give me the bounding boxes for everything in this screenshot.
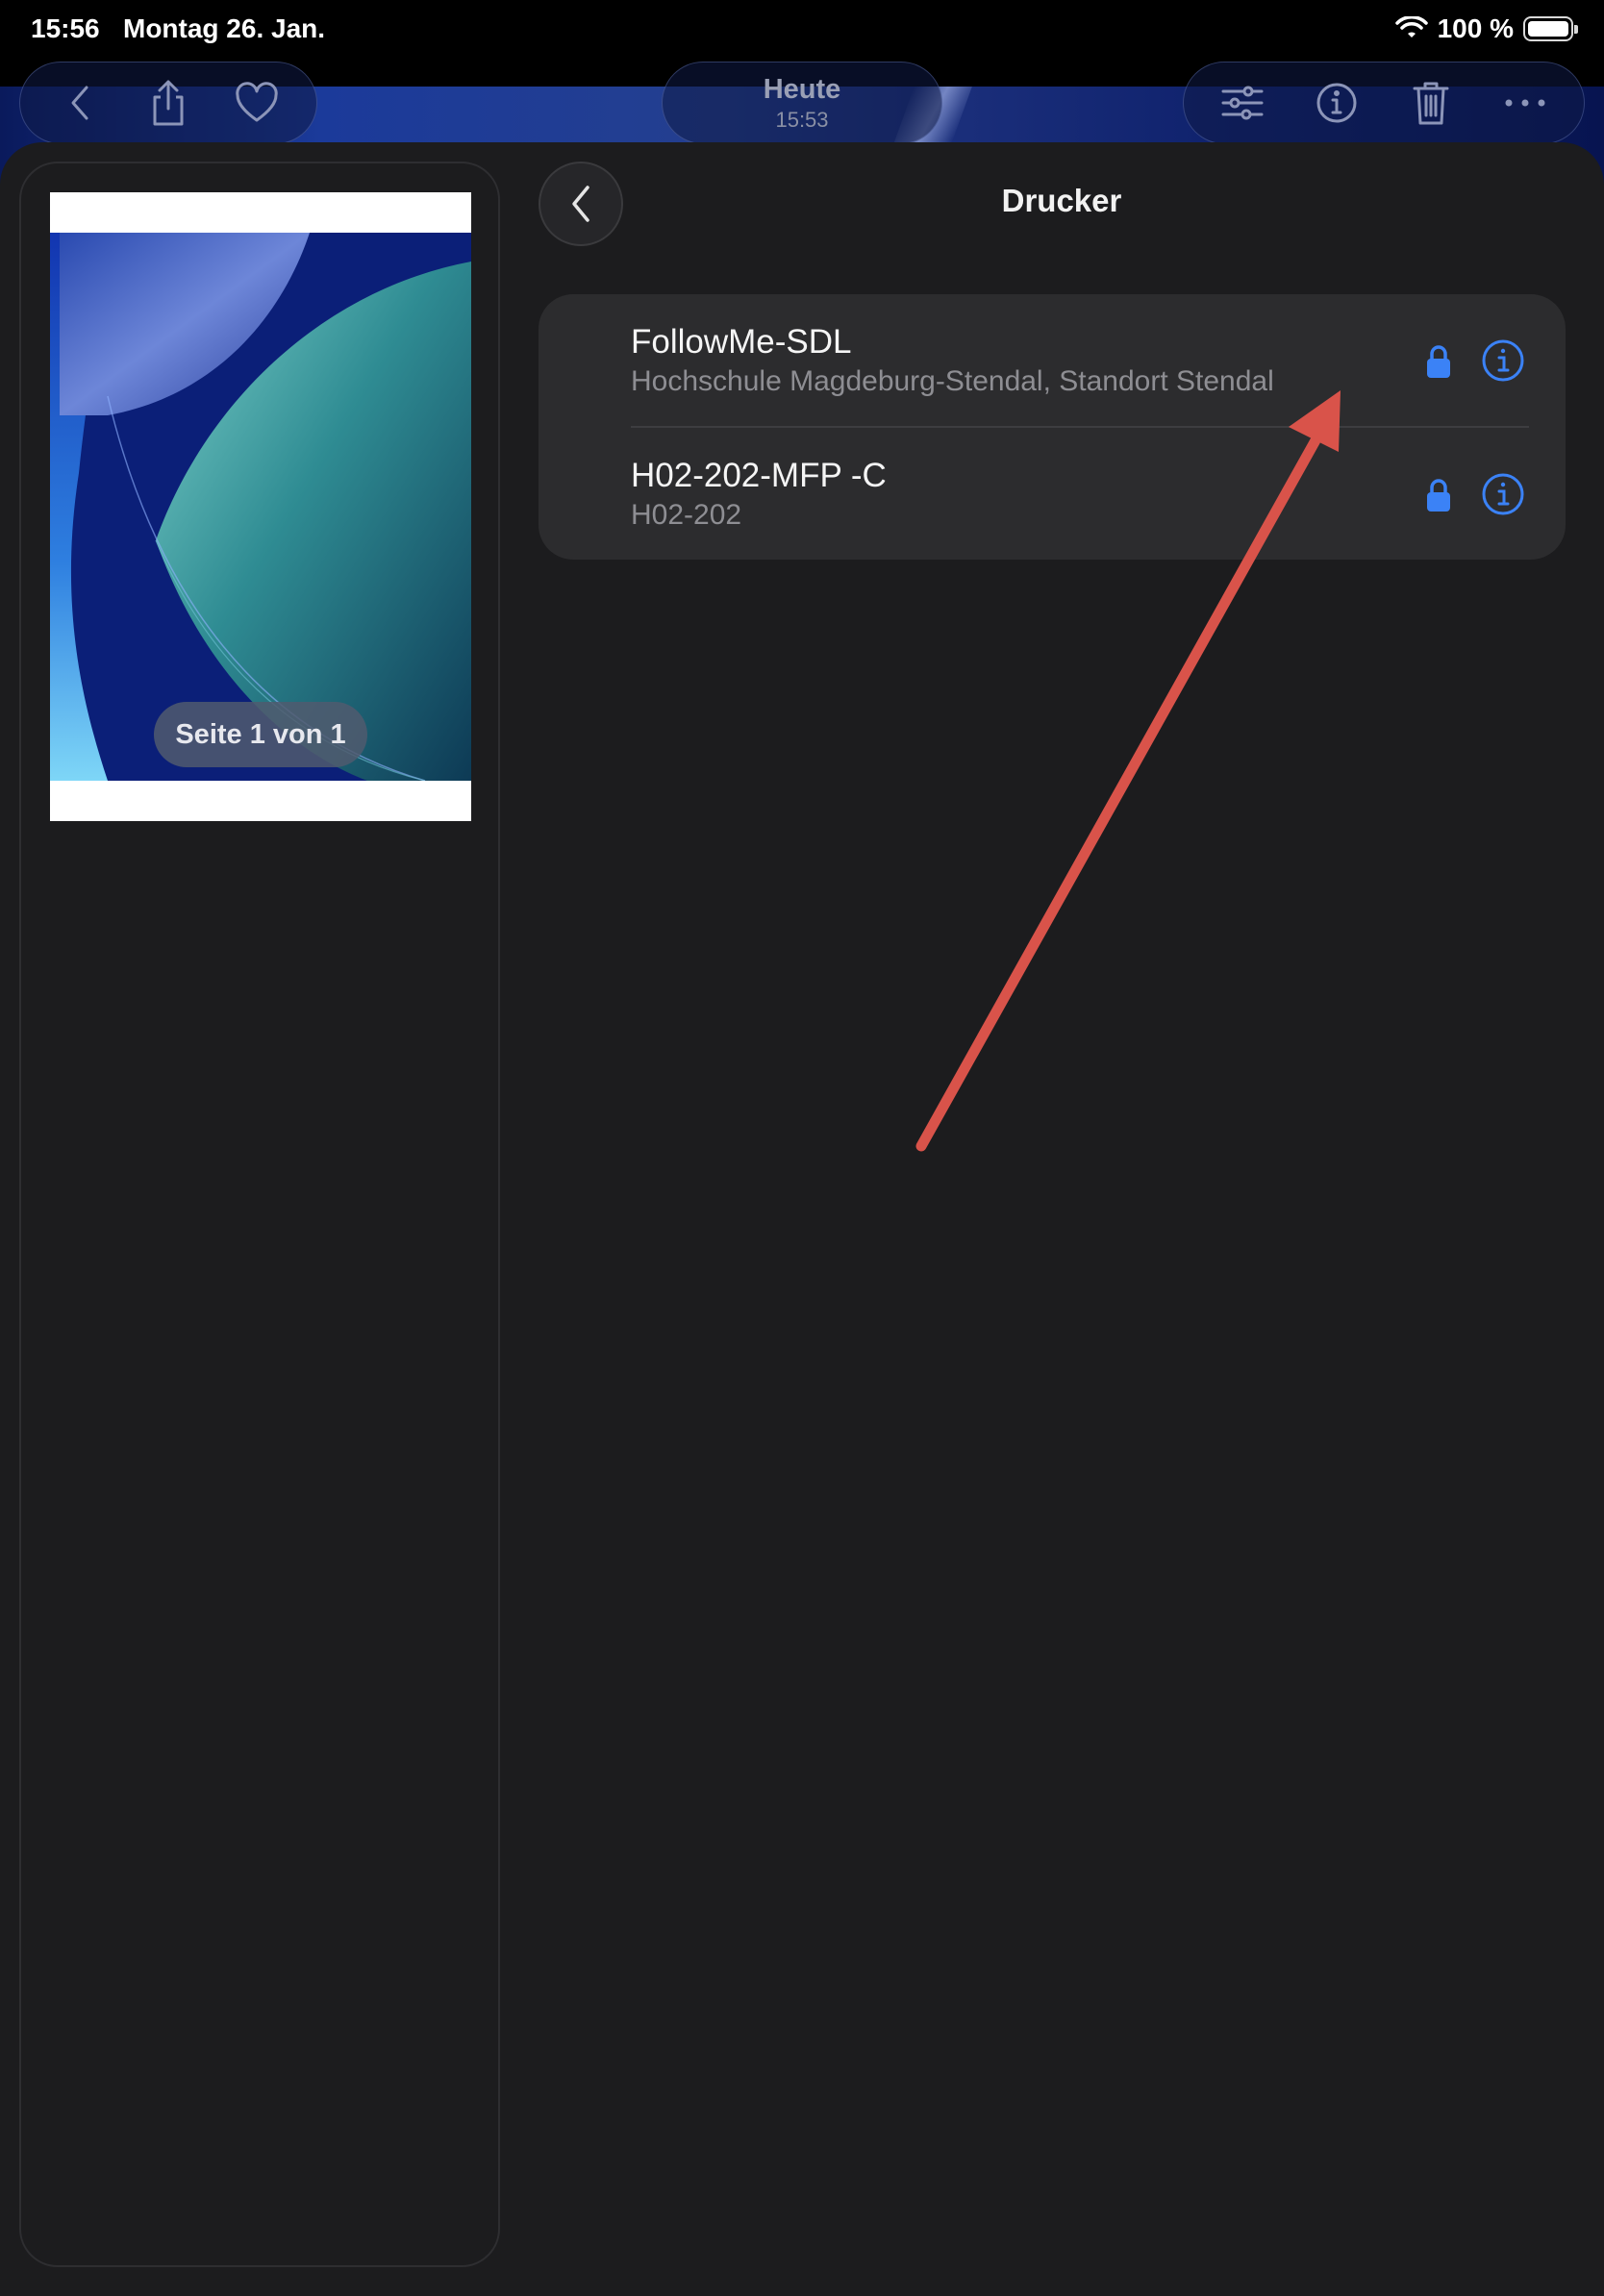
printer-row[interactable]: H02-202-MFP -C H02-202 (539, 428, 1566, 560)
chevron-left-icon (572, 186, 589, 222)
printer-name: H02-202-MFP -C (631, 457, 887, 494)
screen: 15:56 Montag 26. Jan. 100 % Heute 15:53 … (0, 0, 1604, 2296)
print-options-sheet: Seite 1 von 1 Drucker FollowMe-SDL Hochs… (0, 142, 1604, 2296)
back-button[interactable] (539, 162, 623, 246)
toolbar-right-group (1183, 62, 1585, 144)
adjust-icon[interactable] (1212, 72, 1273, 134)
battery-percentage: 100 % (1437, 13, 1514, 43)
share-icon[interactable] (138, 72, 199, 134)
status-time: 15:56 (31, 13, 100, 43)
toolbar-subtitle: 15:53 (775, 107, 829, 132)
info-icon[interactable] (1306, 72, 1367, 134)
battery-icon (1523, 16, 1578, 41)
printer-list: FollowMe-SDL Hochschule Magdeburg-Stenda… (539, 294, 1566, 560)
page-indicator-badge: Seite 1 von 1 (154, 702, 367, 767)
printer-location: Hochschule Magdeburg-Stendal, Standort S… (631, 365, 1274, 397)
lock-icon (1427, 345, 1450, 378)
wifi-icon (1394, 16, 1428, 37)
back-icon[interactable] (49, 72, 111, 134)
page-image (50, 233, 471, 781)
pane-title: Drucker (1001, 183, 1122, 218)
printer-row[interactable]: FollowMe-SDL Hochschule Magdeburg-Stenda… (539, 294, 1566, 428)
print-preview-panel: Seite 1 von 1 (19, 162, 500, 2267)
more-icon[interactable] (1494, 72, 1556, 134)
printer-info-icon[interactable] (1481, 338, 1525, 383)
heart-icon[interactable] (226, 72, 288, 134)
printer-location: H02-202 (631, 499, 742, 531)
toolbar-title: Heute (763, 73, 841, 105)
status-right: 100 % (1394, 13, 1578, 44)
status-date: Montag 26. Jan. (123, 13, 326, 43)
date-title-pill[interactable]: Heute 15:53 (662, 62, 942, 144)
toolbar-left-group (19, 62, 317, 144)
status-bar: 15:56 Montag 26. Jan. 100 % (0, 0, 1604, 60)
trash-icon[interactable] (1400, 72, 1462, 134)
printer-name: FollowMe-SDL (631, 323, 852, 361)
lock-icon (1427, 479, 1450, 512)
printer-info-icon[interactable] (1481, 472, 1525, 516)
